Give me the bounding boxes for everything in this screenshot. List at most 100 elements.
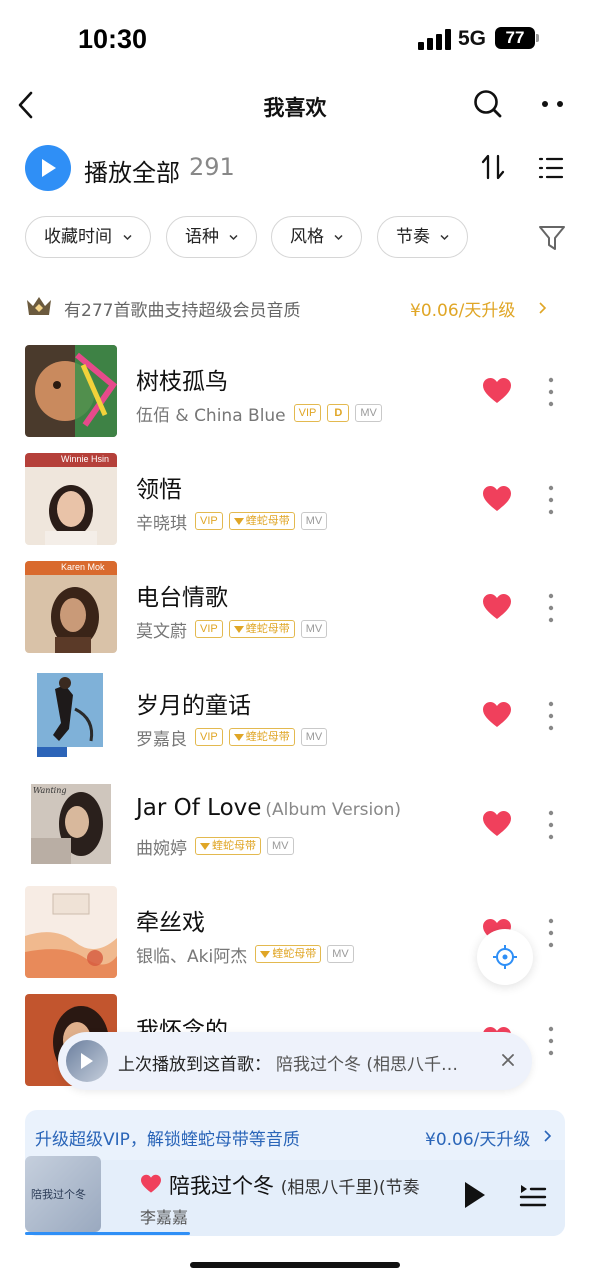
search-icon [474, 90, 502, 118]
viper-master-badge: 蝰蛇母带 [255, 945, 322, 963]
mv-badge[interactable]: MV [300, 512, 328, 530]
cover-label: Winnie Hsin [61, 454, 110, 464]
now-playing-subtitle: (相思八千里)(节奏 [280, 1178, 419, 1198]
album-cover [25, 886, 117, 978]
chip-label: 节奏 [396, 227, 430, 247]
play-icon [81, 1053, 93, 1069]
mini-player[interactable]: 陪我过个冬 陪我过个冬 (相思八千里)(节奏 李嘉嘉 [25, 1156, 565, 1236]
album-cover [25, 345, 117, 437]
mini-player-cover[interactable]: 陪我过个冬 [25, 1156, 101, 1232]
song-title: 牵丝戏 [136, 910, 205, 936]
list-icon [538, 157, 564, 179]
multi-select-button[interactable] [538, 156, 564, 180]
heart-icon[interactable] [482, 593, 512, 621]
vip-badge: VIP [195, 512, 223, 530]
filter-button[interactable] [538, 224, 566, 252]
sort-icon [481, 154, 505, 180]
more-vertical-icon[interactable] [546, 1024, 556, 1058]
heart-icon[interactable] [482, 377, 512, 405]
promo-text: 有277首歌曲支持超级会员音质 [64, 301, 301, 321]
now-playing-title: 陪我过个冬 (相思八千里)(节奏 [169, 1174, 419, 1198]
mv-badge[interactable]: MV [355, 404, 382, 422]
song-row[interactable]: Karen Mok 电台情歌 莫文蔚 VIP 蝰蛇母带 MV [0, 561, 590, 669]
play-all-label[interactable]: 播放全部 [84, 153, 180, 188]
chevron-right-icon[interactable] [543, 1129, 553, 1143]
dolby-badge: D [327, 404, 350, 422]
more-vertical-icon[interactable] [546, 699, 556, 733]
chevron-right-icon[interactable] [538, 300, 548, 314]
viper-master-badge: 蝰蛇母带 [228, 620, 295, 638]
song-meta: 银临、Aki阿杰 蝰蛇母带 MV [136, 943, 360, 967]
song-count: 291 [189, 153, 235, 181]
song-meta: 罗嘉良 VIP 蝰蛇母带 MV [136, 726, 333, 750]
song-title: 树枝孤鸟 [136, 369, 228, 395]
filter-chip-time[interactable]: 收藏时间 [25, 216, 151, 258]
mv-badge[interactable]: MV [267, 837, 294, 855]
viper-master-badge: 蝰蛇母带 [228, 512, 295, 530]
song-row[interactable]: Winnie Hsin 领悟 辛晓琪 VIP 蝰蛇母带 MV [0, 453, 590, 561]
status-time: 10:30 [78, 24, 148, 54]
home-indicator [190, 1262, 400, 1268]
toast-song-title: 陪我过个冬 (相思八千… [276, 1055, 459, 1075]
more-vertical-icon[interactable] [546, 483, 556, 517]
search-button[interactable] [472, 88, 504, 120]
upgrade-price[interactable]: ¥0.06/天升级 [425, 1125, 530, 1150]
album-cover: Wanting [25, 778, 117, 870]
close-icon[interactable] [500, 1052, 516, 1068]
filter-chip-language[interactable]: 语种 [166, 216, 257, 258]
artist-name: 曲婉婷 [136, 838, 187, 859]
chevron-down-icon [440, 234, 449, 241]
promo-upgrade-link[interactable]: ¥0.06/天升级 [410, 296, 515, 321]
play-all-button[interactable] [25, 145, 71, 191]
upgrade-text: 升级超级VIP，解锁蝰蛇母带等音质 [35, 1130, 300, 1150]
heart-icon[interactable] [140, 1174, 162, 1194]
album-cover [25, 669, 117, 761]
battery-tip [536, 34, 539, 42]
song-title: 领悟 [136, 477, 182, 503]
cover-text: 陪我过个冬 [31, 1188, 86, 1201]
artist-name: 莫文蔚 [136, 621, 187, 642]
more-dots-icon [542, 101, 563, 107]
more-vertical-icon[interactable] [546, 375, 556, 409]
heart-icon[interactable] [482, 810, 512, 838]
heart-icon[interactable] [482, 485, 512, 513]
playlist-queue-icon[interactable] [519, 1182, 547, 1208]
more-vertical-icon[interactable] [546, 808, 556, 842]
signal-icon [418, 28, 452, 50]
song-version: (Album Version) [265, 800, 402, 820]
more-button[interactable] [538, 96, 568, 112]
song-row[interactable]: 岁月的童话 罗嘉良 VIP 蝰蛇母带 MV [0, 669, 590, 777]
last-played-toast[interactable]: 上次播放到这首歌： 陪我过个冬 (相思八千… [58, 1032, 532, 1090]
filter-funnel-icon [539, 226, 565, 250]
heart-icon[interactable] [482, 701, 512, 729]
artist-name: 罗嘉良 [136, 729, 187, 750]
now-playing-artist: 李嘉嘉 [140, 1208, 189, 1227]
mv-badge[interactable]: MV [300, 620, 328, 638]
song-row[interactable]: Wanting Jar Of Love (Album Version) 曲婉婷 蝰… [0, 778, 590, 886]
playback-progress [25, 1232, 190, 1235]
chip-label: 收藏时间 [44, 227, 112, 247]
album-cover: Karen Mok [25, 561, 117, 653]
song-meta: 伍佰 & China Blue VIP D MV [136, 402, 388, 426]
more-vertical-icon[interactable] [546, 916, 556, 950]
viper-master-badge: 蝰蛇母带 [195, 837, 261, 855]
song-row[interactable]: 树枝孤鸟 伍佰 & China Blue VIP D MV [0, 345, 590, 453]
sort-button[interactable] [480, 153, 506, 181]
more-vertical-icon[interactable] [546, 591, 556, 625]
cover-label: Karen Mok [61, 562, 105, 572]
play-icon[interactable] [463, 1180, 487, 1210]
locate-current-button[interactable] [477, 929, 533, 985]
toast-album-thumb[interactable] [66, 1040, 108, 1082]
chevron-down-icon [229, 234, 238, 241]
filter-chip-tempo[interactable]: 节奏 [377, 216, 468, 258]
status-bar: 10:30 5G 77 [0, 0, 590, 80]
chevron-down-icon [123, 234, 132, 241]
artist-name: 辛晓琪 [136, 513, 187, 534]
artist-name: 银临、Aki阿杰 [136, 946, 248, 967]
filter-chip-style[interactable]: 风格 [271, 216, 362, 258]
mv-badge[interactable]: MV [327, 945, 354, 963]
mv-badge[interactable]: MV [300, 728, 328, 746]
song-title: 岁月的童话 [136, 693, 251, 719]
chip-label: 语种 [185, 227, 219, 247]
crown-icon [25, 294, 53, 318]
